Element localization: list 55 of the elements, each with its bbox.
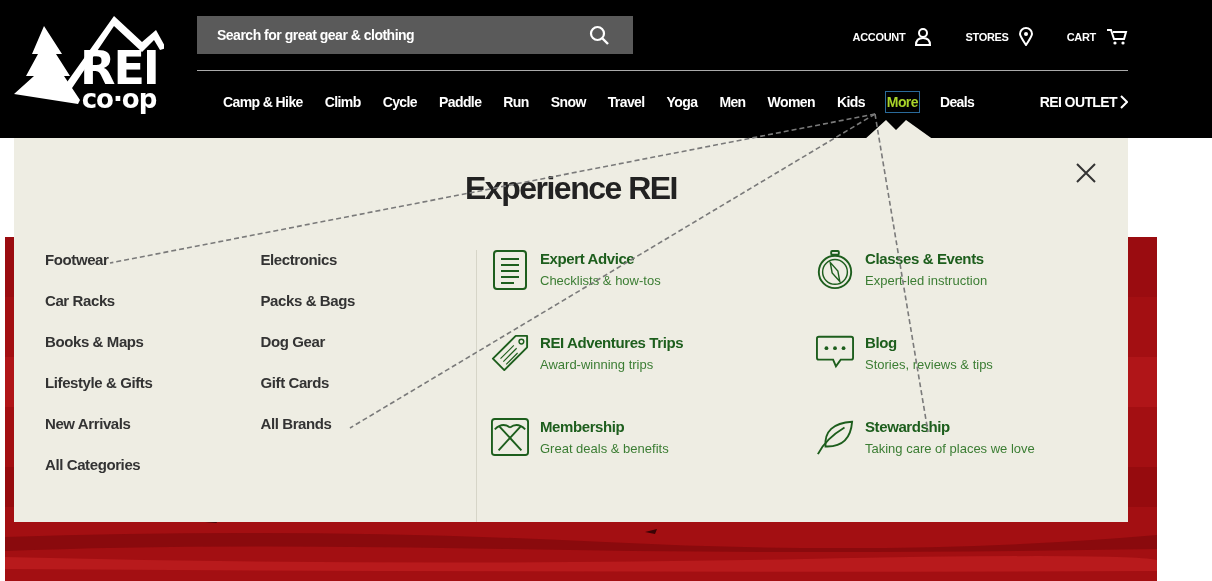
nav-tab[interactable]: Men [717, 91, 748, 113]
nav-tab[interactable]: Travel [605, 91, 647, 113]
feature-description: Checklists & how-tos [540, 273, 661, 288]
feature-description: Stories, reviews & tips [865, 357, 993, 372]
nav-tab[interactable]: Yoga [664, 91, 700, 113]
feature-link[interactable]: Classes & Events [865, 250, 988, 267]
close-button[interactable] [1076, 163, 1096, 183]
nav-tab[interactable]: Run [501, 91, 531, 113]
document-icon [491, 250, 529, 290]
nav-tab[interactable]: Camp & Hike [221, 91, 305, 113]
nav-tab[interactable]: Paddle [437, 91, 484, 113]
search-field[interactable]: Search for great gear & clothing [197, 16, 633, 54]
category-link[interactable]: All Brands [260, 414, 476, 455]
feature-description: Award-winning trips [540, 357, 655, 372]
nav-tab[interactable]: More [884, 91, 920, 113]
utility-link[interactable]: STORES [965, 27, 1033, 46]
feature-link[interactable]: Expert Advice [540, 250, 661, 267]
feature-description: Taking care of places we love [865, 441, 1035, 456]
feature-link[interactable]: REI Adventures Trips [540, 334, 684, 351]
feature-description: Expert-led instruction [865, 273, 988, 288]
category-link[interactable]: Packs & Bags [260, 291, 476, 332]
feature-link[interactable]: Membership [540, 418, 669, 435]
nav-tab[interactable]: Women [765, 91, 817, 113]
category-link[interactable]: New Arrivals [45, 414, 261, 455]
crossed-pickaxes-icon [491, 418, 529, 456]
chat-bubble-icon [816, 334, 854, 370]
tag-icon [491, 334, 529, 372]
feature-link[interactable]: Stewardship [865, 418, 1035, 435]
feature-link[interactable]: Blog [865, 334, 993, 351]
nav-tab[interactable]: Cycle [380, 91, 419, 113]
category-link[interactable]: Books & Maps [45, 332, 261, 373]
utility-link[interactable]: ACCOUNT [852, 27, 932, 46]
category-link[interactable]: Footwear [45, 250, 261, 291]
nav-tab[interactable]: Kids [834, 91, 867, 113]
map-pin-icon [1018, 27, 1033, 46]
nav-tab[interactable]: Deals [937, 91, 977, 113]
category-link[interactable]: Car Racks [45, 291, 261, 332]
menu-title: Experience REI [465, 169, 677, 208]
category-link[interactable]: Gift Cards [260, 373, 476, 414]
nav-tab[interactable]: Snow [548, 91, 588, 113]
category-link[interactable]: Electronics [260, 250, 476, 291]
category-link[interactable]: Dog Gear [260, 332, 476, 373]
feature-description: Great deals & benefits [540, 441, 669, 456]
category-link[interactable]: Lifestyle & Gifts [45, 373, 261, 414]
leaf-icon [816, 418, 854, 456]
search-icon[interactable] [589, 25, 609, 45]
utility-link[interactable]: CART [1066, 27, 1128, 46]
close-icon [1076, 163, 1096, 183]
outlet-link[interactable]: REI OUTLET [1039, 94, 1128, 110]
cart-icon [1106, 27, 1128, 46]
category-link[interactable]: All Categories [45, 455, 261, 496]
person-icon [915, 27, 932, 46]
nav-tab[interactable]: Climb [322, 91, 363, 113]
compass-icon [816, 250, 854, 290]
chevron-icon [1120, 95, 1128, 109]
